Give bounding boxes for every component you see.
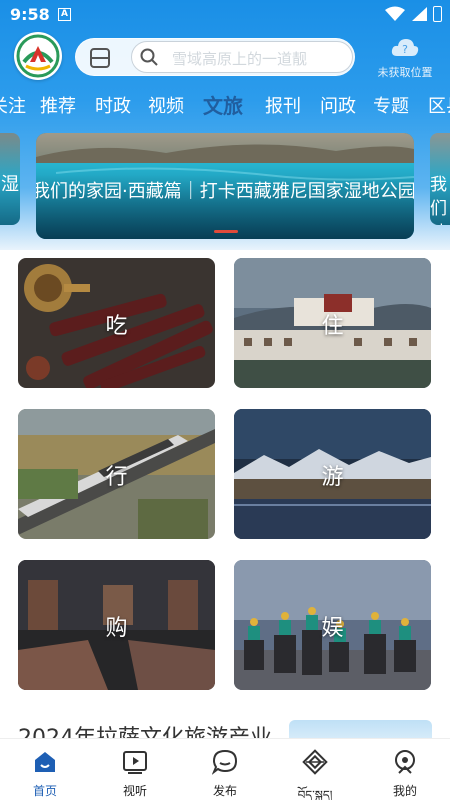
logo-icon [16, 34, 60, 78]
category-card-travel[interactable]: 行 [18, 409, 215, 539]
bottom-navigation: 首页 视听 发布 བོད་སྐད། 我的 [0, 738, 450, 800]
nav-home-label: 首页 [32, 784, 57, 798]
category-label: 吃 [105, 314, 128, 339]
scan-icon[interactable] [89, 47, 111, 69]
cloud-question-icon: ? [391, 39, 419, 56]
nav-profile-label: 我的 [392, 784, 417, 798]
status-time: 9:58 [10, 5, 50, 24]
battery-icon [433, 6, 442, 22]
category-card-tour[interactable]: 游 [234, 409, 431, 539]
endless-knot-icon [302, 749, 328, 775]
category-card-stay[interactable]: 住 [234, 258, 431, 388]
nav-publish-label: 发布 [212, 784, 237, 798]
nav-profile[interactable]: 我的 [370, 749, 440, 799]
banner-next-text: 我们地公 [430, 175, 447, 225]
nav-publish[interactable]: 发布 [190, 749, 260, 799]
tab-video[interactable]: 视频 [148, 92, 184, 118]
category-card-shop[interactable]: 购 [18, 560, 215, 690]
tab-special[interactable]: 专题 [373, 92, 409, 118]
location-button[interactable]: ? 未获取位置 [370, 36, 440, 80]
notification-icon: A [58, 8, 71, 21]
search-bar[interactable]: 雪域高原上的一道靓 [75, 38, 355, 76]
banner-next-peek[interactable]: 我们地公 [430, 133, 450, 225]
category-label: 购 [105, 616, 128, 641]
location-text: 未获取位置 [377, 66, 433, 79]
banner-prev-text: 湿 [1, 174, 19, 195]
category-label: 住 [321, 314, 344, 339]
category-label: 娱 [321, 616, 344, 641]
chat-icon [211, 749, 238, 775]
tab-politics[interactable]: 时政 [95, 92, 131, 118]
video-icon [123, 751, 147, 774]
tab-follow[interactable]: 关注 [0, 92, 26, 118]
featured-banner[interactable]: 我们的家园·西藏篇｜打卡西藏雅尼国家湿地公园 [36, 133, 414, 239]
category-card-entertainment[interactable]: 娱 [234, 560, 431, 690]
search-icon [140, 48, 158, 66]
banner-prev-peek[interactable]: 湿 [0, 133, 20, 225]
profile-icon [395, 750, 415, 774]
nav-home[interactable]: 首页 [10, 749, 80, 799]
location-glyph: ? [402, 43, 408, 56]
nav-video-label: 视听 [122, 784, 147, 798]
wifi-icon [385, 6, 405, 21]
nav-video[interactable]: 视听 [100, 749, 170, 799]
banner-page-indicator [214, 230, 238, 233]
banner-title: 我们的家园·西藏篇｜打卡西藏雅尼国家湿地公园 [36, 181, 414, 202]
tab-newspaper[interactable]: 报刊 [265, 92, 301, 118]
status-bar: 9:58 A [0, 0, 450, 30]
tab-district[interactable]: 区县 [428, 92, 450, 118]
tab-culture-tourism[interactable]: 文旅 [203, 92, 243, 119]
category-label: 游 [321, 465, 344, 490]
category-tabs: 关注 推荐 时政 视频 文旅 报刊 问政 专题 区县 [0, 92, 450, 126]
tab-recommend[interactable]: 推荐 [40, 92, 76, 118]
signal-icon [412, 7, 427, 21]
search-input[interactable]: 雪域高原上的一道靓 [131, 41, 353, 73]
search-placeholder: 雪域高原上的一道靓 [172, 50, 308, 68]
category-label: 行 [105, 465, 128, 490]
tab-inquiry[interactable]: 问政 [320, 92, 356, 118]
category-card-eat[interactable]: 吃 [18, 258, 215, 388]
home-icon [35, 752, 55, 772]
app-logo[interactable] [14, 32, 62, 80]
nav-tibetan[interactable]: བོད་སྐད། [280, 749, 350, 800]
nav-tibetan-label: བོད་སྐད། [297, 788, 333, 800]
